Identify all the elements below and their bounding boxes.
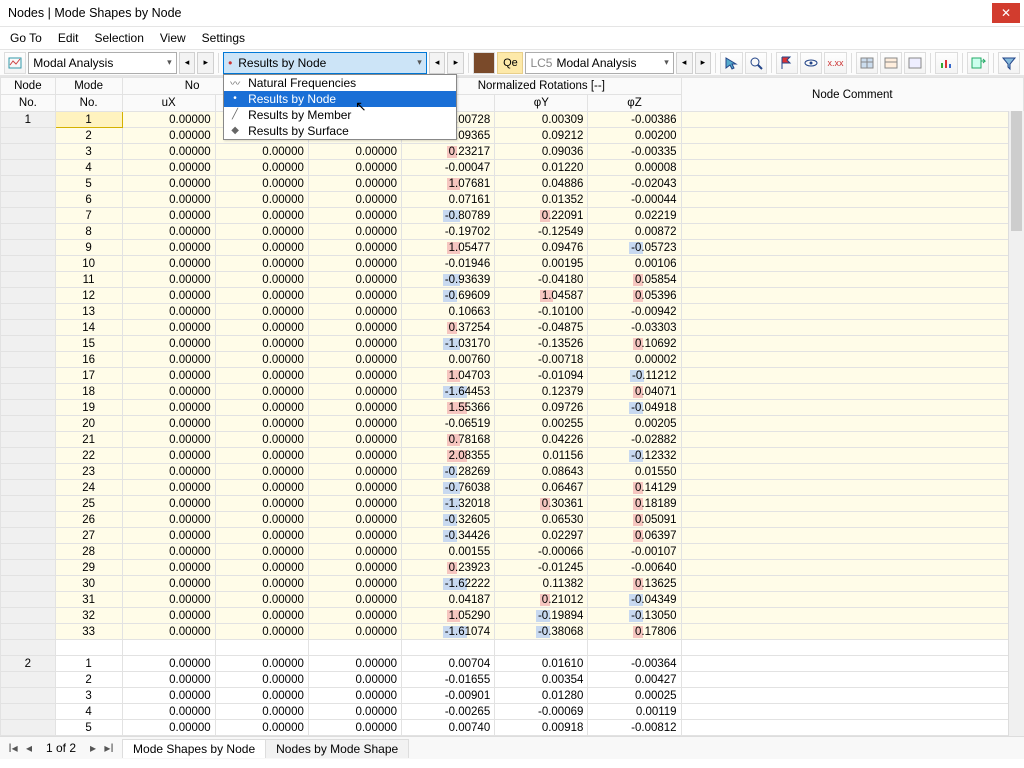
- col-comment[interactable]: Node Comment: [681, 78, 1023, 112]
- table-row[interactable]: 110.000000.000000.000000.007280.00309-0.…: [1, 112, 1024, 128]
- table-row[interactable]: 170.000000.000000.000001.04703-0.01094-0…: [1, 368, 1024, 384]
- data-table-wrap: Node Mode Normalized Displacements [--] …: [0, 76, 1024, 736]
- toolbar: Modal Analysis▾ ◂ ▸ •Results by Node▾ 〰N…: [0, 49, 1024, 76]
- tool-chart-icon[interactable]: [935, 52, 957, 74]
- tool-flag-icon[interactable]: [776, 52, 798, 74]
- tool-table1-icon[interactable]: [856, 52, 878, 74]
- col-mode-no[interactable]: Mode: [55, 78, 122, 95]
- table-row[interactable]: 120.000000.000000.00000-0.696091.045870.…: [1, 288, 1024, 304]
- tool-select-icon[interactable]: [720, 52, 742, 74]
- tool-table3-icon[interactable]: [904, 52, 926, 74]
- table-row[interactable]: 140.000000.000000.000000.37254-0.04875-0…: [1, 320, 1024, 336]
- table-row[interactable]: 30.000000.000000.00000-0.009010.012800.0…: [1, 688, 1024, 704]
- table-row[interactable]: 160.000000.000000.000000.00760-0.007180.…: [1, 352, 1024, 368]
- page-indicator: 1 of 2: [46, 741, 76, 755]
- table-row[interactable]: 40.000000.000000.00000-0.000470.012200.0…: [1, 160, 1024, 176]
- window-title: Nodes | Mode Shapes by Node: [8, 6, 182, 20]
- table-row[interactable]: 210.000000.000000.000000.781680.04226-0.…: [1, 432, 1024, 448]
- menu-edit[interactable]: Edit: [52, 29, 85, 47]
- table-row[interactable]: 210.000000.000000.000000.007040.01610-0.…: [1, 656, 1024, 672]
- close-button[interactable]: ✕: [992, 3, 1020, 23]
- qe-button[interactable]: Qe: [497, 52, 523, 74]
- table-row[interactable]: 190.000000.000000.000001.553660.09726-0.…: [1, 400, 1024, 416]
- table-row[interactable]: 290.000000.000000.000000.23923-0.01245-0…: [1, 560, 1024, 576]
- data-table[interactable]: Node Mode Normalized Displacements [--] …: [0, 77, 1024, 736]
- table-row[interactable]: 300.000000.000000.00000-1.622220.113820.…: [1, 576, 1024, 592]
- table-row[interactable]: 230.000000.000000.00000-0.282690.086430.…: [1, 464, 1024, 480]
- table-row[interactable]: 270.000000.000000.00000-0.344260.022970.…: [1, 528, 1024, 544]
- table-row[interactable]: 20.000000.000000.00000-0.093650.092120.0…: [1, 128, 1024, 144]
- table-row[interactable]: 90.000000.000000.000001.054770.09476-0.0…: [1, 240, 1024, 256]
- vertical-scrollbar[interactable]: [1008, 111, 1024, 736]
- opt-results-by-node[interactable]: •Results by Node: [224, 91, 456, 107]
- table-row[interactable]: 310.000000.000000.000000.041870.21012-0.…: [1, 592, 1024, 608]
- results-next[interactable]: ▸: [447, 52, 464, 74]
- brown-icon[interactable]: [473, 52, 495, 74]
- modal-prev[interactable]: ◂: [179, 52, 196, 74]
- modal-combo[interactable]: Modal Analysis▾: [28, 52, 176, 74]
- opt-results-by-surface[interactable]: ◆Results by Surface: [224, 123, 456, 139]
- lc-prev[interactable]: ◂: [676, 52, 693, 74]
- col-phiz[interactable]: φZ: [588, 95, 681, 112]
- table-row[interactable]: 60.000000.000000.000000.012300.01410-0.0…: [1, 736, 1024, 737]
- table-row[interactable]: 100.000000.000000.00000-0.019460.001950.…: [1, 256, 1024, 272]
- table-row[interactable]: 40.000000.000000.00000-0.00265-0.000690.…: [1, 704, 1024, 720]
- table-row[interactable]: 250.000000.000000.00000-1.320180.303610.…: [1, 496, 1024, 512]
- tool-eye-icon[interactable]: [800, 52, 822, 74]
- menubar: Go To Edit Selection View Settings: [0, 27, 1024, 49]
- opt-results-by-member[interactable]: ╱Results by Member: [224, 107, 456, 123]
- tab-mode-shapes-by-node[interactable]: Mode Shapes by Node: [122, 739, 266, 758]
- table-row[interactable]: 280.000000.000000.000000.00155-0.00066-0…: [1, 544, 1024, 560]
- results-dropdown: 〰Natural Frequencies •Results by Node ╱R…: [223, 74, 457, 140]
- table-row[interactable]: 50.000000.000000.000001.076810.04886-0.0…: [1, 176, 1024, 192]
- menu-settings[interactable]: Settings: [196, 29, 251, 47]
- modal-next[interactable]: ▸: [197, 52, 214, 74]
- col-ux[interactable]: uX: [122, 95, 215, 112]
- table-row[interactable]: 20.000000.000000.00000-0.016550.003540.0…: [1, 672, 1024, 688]
- table-row[interactable]: 30.000000.000000.000000.232170.09036-0.0…: [1, 144, 1024, 160]
- menu-view[interactable]: View: [154, 29, 192, 47]
- table-row[interactable]: 80.000000.000000.00000-0.19702-0.125490.…: [1, 224, 1024, 240]
- table-row[interactable]: 150.000000.000000.00000-1.03170-0.135260…: [1, 336, 1024, 352]
- lc-next[interactable]: ▸: [695, 52, 712, 74]
- tool-precision-icon[interactable]: x.xx: [824, 52, 846, 74]
- table-row[interactable]: 240.000000.000000.00000-0.760380.064670.…: [1, 480, 1024, 496]
- table-row[interactable]: 200.000000.000000.00000-0.065190.002550.…: [1, 416, 1024, 432]
- menu-selection[interactable]: Selection: [89, 29, 150, 47]
- modal-icon[interactable]: [4, 52, 26, 74]
- table-row[interactable]: 110.000000.000000.00000-0.93639-0.041800…: [1, 272, 1024, 288]
- nav-first[interactable]: I◂: [6, 741, 20, 755]
- nav-last[interactable]: ▸I: [102, 741, 116, 755]
- loadcase-combo[interactable]: LC5Modal Analysis▾: [525, 52, 673, 74]
- opt-natural-frequencies[interactable]: 〰Natural Frequencies: [224, 75, 456, 91]
- table-row[interactable]: 260.000000.000000.00000-0.326050.065300.…: [1, 512, 1024, 528]
- tool-export-icon[interactable]: [967, 52, 989, 74]
- nav-prev[interactable]: ◂: [22, 741, 36, 755]
- table-row[interactable]: 330.000000.000000.00000-1.61074-0.380680…: [1, 624, 1024, 640]
- table-row[interactable]: 320.000000.000000.000001.05290-0.19894-0…: [1, 608, 1024, 624]
- col-phiy[interactable]: φY: [495, 95, 588, 112]
- statusbar: I◂ ◂ 1 of 2 ▸ ▸I Mode Shapes by Node Nod…: [0, 736, 1024, 759]
- results-prev[interactable]: ◂: [429, 52, 446, 74]
- titlebar: Nodes | Mode Shapes by Node ✕: [0, 0, 1024, 27]
- table-row[interactable]: 60.000000.000000.000000.071610.01352-0.0…: [1, 192, 1024, 208]
- menu-goto[interactable]: Go To: [4, 29, 48, 47]
- col-node-no[interactable]: Node: [1, 78, 56, 95]
- tool-filter-icon[interactable]: [998, 52, 1020, 74]
- table-row[interactable]: 70.000000.000000.00000-0.807890.220910.0…: [1, 208, 1024, 224]
- tool-table2-icon[interactable]: [880, 52, 902, 74]
- tool-zoom-icon[interactable]: [745, 52, 767, 74]
- table-row[interactable]: 130.000000.000000.000000.10663-0.10100-0…: [1, 304, 1024, 320]
- tab-nodes-by-mode-shape[interactable]: Nodes by Mode Shape: [265, 739, 409, 758]
- table-row[interactable]: 220.000000.000000.000002.083550.01156-0.…: [1, 448, 1024, 464]
- table-row[interactable]: 50.000000.000000.000000.007400.00918-0.0…: [1, 720, 1024, 736]
- table-row[interactable]: 180.000000.000000.00000-1.644530.123790.…: [1, 384, 1024, 400]
- nav-next[interactable]: ▸: [86, 741, 100, 755]
- results-combo[interactable]: •Results by Node▾ 〰Natural Frequencies •…: [223, 52, 427, 74]
